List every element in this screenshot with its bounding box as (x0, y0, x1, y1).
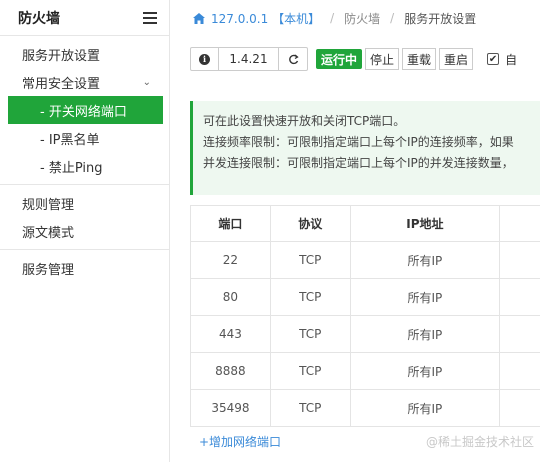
sidebar-item-service-open[interactable]: 服务开放设置 (0, 40, 169, 68)
info-button[interactable]: i (191, 48, 219, 70)
table-row: 8888 TCP 所有IP (190, 352, 540, 390)
notice-line: 可在此设置快速开放和关闭TCP端口。 (203, 114, 406, 128)
table-row: 80 TCP 所有IP (190, 278, 540, 316)
status-badge: 运行中 (316, 49, 363, 69)
restart-button[interactable]: 重启 (439, 48, 474, 70)
hamburger-menu-icon[interactable] (143, 11, 157, 24)
version-control-group: i 1.4.21 (190, 47, 308, 71)
extra-cell (499, 352, 540, 390)
column-header-ip[interactable]: IP地址 (349, 205, 501, 242)
ports-table-wrapper: 端口 协议 IP地址 22 TCP 所有IP 80 TCP 所有IP 443 T… (190, 205, 540, 427)
protocol-cell: TCP (269, 241, 351, 279)
sidebar-item-security-settings[interactable]: 常用安全设置 ⌄ (0, 68, 169, 96)
reload-button[interactable]: 重载 (402, 48, 437, 70)
protocol-cell: TCP (269, 352, 351, 390)
port-cell: 8888 (190, 352, 271, 390)
port-cell: 443 (190, 315, 271, 353)
sidebar: 防火墙 服务开放设置 常用安全设置 ⌄ - 开关网络端口 - IP黑名单 - 禁… (0, 0, 170, 462)
sidebar-item-rule-management[interactable]: 规则管理 (0, 189, 169, 217)
divider (0, 249, 169, 250)
add-port-link[interactable]: +增加网络端口 (199, 433, 281, 450)
sidebar-item-service-management[interactable]: 服务管理 (0, 254, 169, 282)
ip-cell: 所有IP (349, 278, 501, 316)
table-row: 22 TCP 所有IP (190, 241, 540, 279)
ip-cell: 所有IP (349, 241, 501, 279)
firewall-toolbar: i 1.4.21 运行中 停止 重载 重启 ✔ 自 (190, 46, 517, 72)
info-icon: i (199, 53, 210, 65)
ip-cell: 所有IP (349, 352, 501, 390)
ip-cell: 所有IP (349, 389, 501, 427)
chevron-down-icon: ⌄ (142, 76, 151, 88)
protocol-cell: TCP (269, 315, 351, 353)
protocol-cell: TCP (269, 389, 351, 427)
port-cell: 35498 (190, 389, 271, 427)
ip-cell: 所有IP (349, 315, 501, 353)
home-icon (193, 12, 205, 24)
table-header-row: 端口 协议 IP地址 (190, 205, 540, 242)
column-header-protocol[interactable]: 协议 (269, 205, 351, 242)
column-header-port[interactable]: 端口 (190, 205, 271, 242)
breadcrumb-section[interactable]: 防火墙 (344, 10, 380, 27)
sidebar-item-ip-blacklist[interactable]: - IP黑名单 (0, 124, 169, 152)
sidebar-item-disable-ping[interactable]: - 禁止Ping (0, 152, 169, 180)
extra-cell (499, 278, 540, 316)
refresh-button[interactable] (279, 48, 307, 70)
breadcrumb-separator: / (330, 11, 335, 25)
table-row: 35498 TCP 所有IP (190, 389, 540, 427)
sidebar-item-network-ports[interactable]: - 开关网络端口 (8, 96, 163, 124)
notice-line: 连接频率限制：可限制指定端口上每个IP的连接频率，如果 (203, 135, 514, 149)
sidebar-item-source-mode[interactable]: 源文模式 (0, 217, 169, 245)
breadcrumb: 127.0.0.1 【本机】 / 防火墙 / 服务开放设置 (171, 0, 540, 36)
autostart-checkbox[interactable]: ✔ (487, 53, 500, 65)
port-cell: 80 (190, 278, 271, 316)
sidebar-title: 防火墙 (18, 10, 60, 27)
extra-cell (499, 389, 540, 427)
extra-cell (499, 315, 540, 353)
autostart-label: 自 (505, 52, 518, 67)
notice-line: 并发连接限制：可限制指定端口上每个IP的并发连接数量， (203, 156, 514, 170)
sidebar-item-label: 常用安全设置 (22, 76, 101, 92)
watermark: @稀土掘金技术社区 (426, 435, 535, 449)
sidebar-header: 防火墙 (0, 0, 169, 36)
port-cell: 22 (190, 241, 271, 279)
divider (0, 184, 169, 185)
stop-button[interactable]: 停止 (365, 48, 400, 70)
protocol-cell: TCP (269, 278, 351, 316)
ports-table: 端口 协议 IP地址 22 TCP 所有IP 80 TCP 所有IP 443 T… (190, 205, 540, 427)
main-content: 127.0.0.1 【本机】 / 防火墙 / 服务开放设置 i 1.4.21 运… (171, 0, 540, 462)
breadcrumb-current: 服务开放设置 (404, 11, 477, 26)
refresh-icon (288, 53, 299, 64)
table-row: 443 TCP 所有IP (190, 315, 540, 353)
extra-cell (499, 241, 540, 279)
breadcrumb-home-label: 127.0.0.1 【本机】 (211, 11, 321, 26)
info-notice: 可在此设置快速开放和关闭TCP端口。 连接频率限制：可限制指定端口上每个IP的连… (190, 101, 540, 195)
breadcrumb-separator: / (390, 11, 395, 25)
version-label: 1.4.21 (219, 48, 279, 70)
breadcrumb-home[interactable]: 127.0.0.1 【本机】 (193, 10, 320, 27)
column-header-extra (499, 205, 540, 242)
